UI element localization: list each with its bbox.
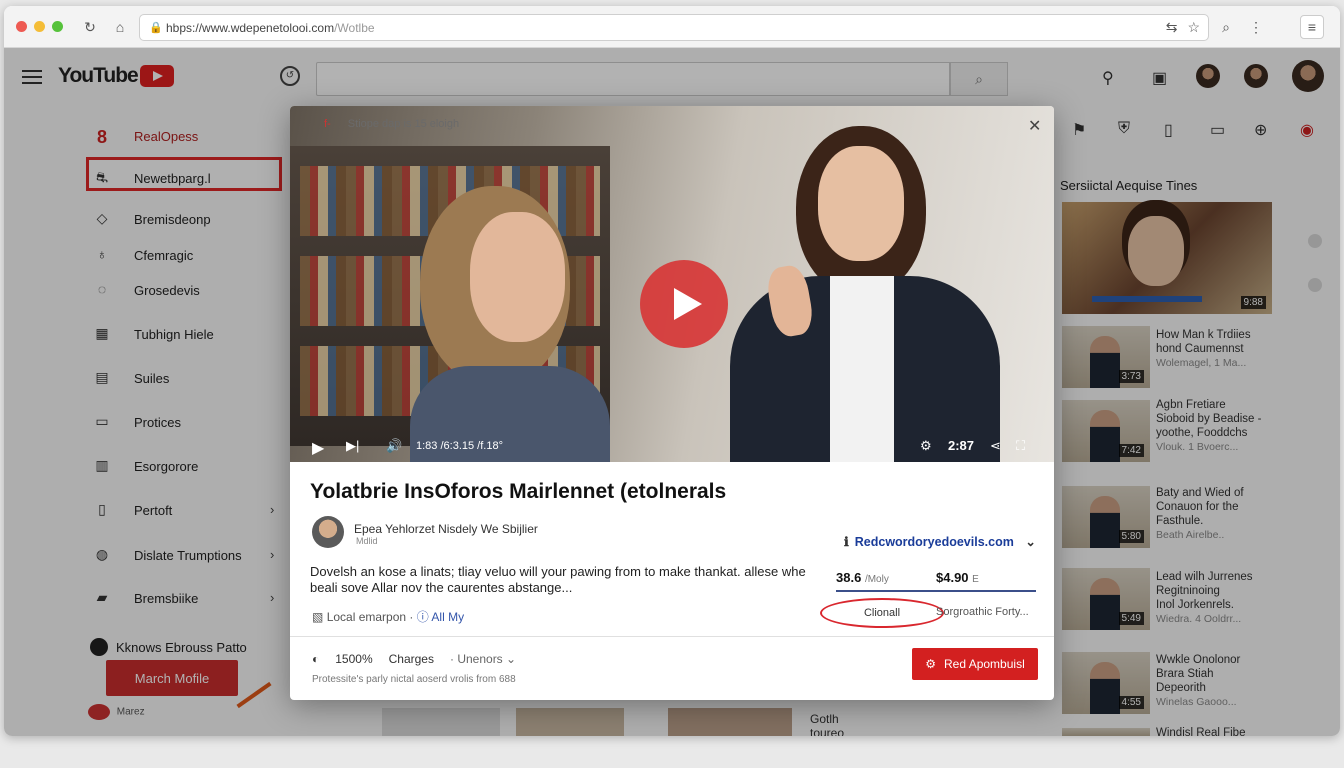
video-top-text: Stiope dap is 15 eloigh <box>347 118 460 130</box>
address-bar-icons: ⇆ ☆ <box>1166 19 1200 36</box>
fullscreen-icon[interactable]: ⛶ <box>1016 438 1025 454</box>
button-label: Red Apombuisl <box>944 657 1025 671</box>
charges-tab[interactable]: Charges <box>389 652 434 666</box>
progress-pie-icon: ◐ <box>312 652 320 666</box>
youtube-page: YouTube ↺ ⌕ ⚲ ▣ 8 RealOpess ⛐ Newetbparg… <box>4 48 1340 736</box>
modal-footer-row: ◐ 1500% Charges · Unenors ⌄ <box>312 652 516 666</box>
percent-label: 1500% <box>335 652 373 666</box>
video-duration: 2:87 <box>948 438 975 453</box>
location-label: Local emarpon <box>326 610 407 624</box>
red-apombuisl-button[interactable]: ⚙ Red Apombuisl <box>912 648 1038 680</box>
search-icon[interactable]: ⌕ <box>1214 15 1238 39</box>
channel-avatar[interactable] <box>312 516 344 548</box>
menu-icon[interactable]: ≡ <box>1300 15 1324 39</box>
play-button[interactable] <box>640 260 728 348</box>
stat-divider <box>836 590 1036 592</box>
video-description: Dovelsh an kose a linats; tliay veluo wi… <box>310 564 806 595</box>
gear-icon: ⚙ <box>925 657 937 671</box>
channel-link-text: Redcwordoryedoevils.com <box>854 535 1014 549</box>
close-icon[interactable]: ✕ <box>1028 116 1041 136</box>
close-window-button[interactable] <box>16 21 27 32</box>
stat-value: $4.90 <box>936 570 969 585</box>
channel-subtext: Mdlid <box>356 536 378 546</box>
minimize-window-button[interactable] <box>34 21 45 32</box>
users-dropdown[interactable]: · Unenors ⌄ <box>450 652 516 666</box>
video-title: Yolatbrie InsOforos Mairlennet (etolnera… <box>310 480 727 503</box>
video-top-bar: f- Stiope dap is 15 eloigh <box>324 118 459 130</box>
channel-name[interactable]: Epea Yehlorzet Nisdely We Sbijlier <box>354 522 538 536</box>
info-icon: ℹ <box>844 535 849 549</box>
video-player[interactable]: f- Stiope dap is 15 eloigh ✕ ▶ ▶| 🔊 1:83… <box>290 106 1054 462</box>
address-bar[interactable]: 🔒 hbps://www.wdepenetolooi.com/Wotlbe ⇆ … <box>139 14 1209 41</box>
stat-price: $4.90 E <box>936 570 979 585</box>
play-icon[interactable]: ▶ <box>312 438 324 458</box>
more-icon[interactable]: ⋮ <box>1244 15 1268 39</box>
video-controls: ▶ ▶| 🔊 1:83 /6:3.15 /f.18° ⚙ 2:87 ⋖ ⛶ <box>290 432 1054 462</box>
bookmark-star-icon[interactable]: ☆ <box>1187 19 1200 36</box>
student-figure <box>400 186 640 462</box>
student-face <box>470 212 565 342</box>
browser-toolbar: ↻ ⌂ 🔒 hbps://www.wdepenetolooi.com/Wotlb… <box>4 6 1340 48</box>
maximize-window-button[interactable] <box>52 21 63 32</box>
chip-label: Clionall <box>863 607 901 619</box>
browser-window: ↻ ⌂ 🔒 hbps://www.wdepenetolooi.com/Wotlb… <box>4 6 1340 736</box>
lock-icon: 🔒 <box>149 22 163 34</box>
channel-link[interactable]: ℹ Redcwordoryedoevils.com ⌄ <box>844 534 1036 549</box>
next-icon[interactable]: ▶| <box>346 438 359 454</box>
stat-views: 38.6 /Moly <box>836 570 889 585</box>
share-icon[interactable]: ⋖ <box>990 438 1001 454</box>
teacher-face <box>818 146 904 261</box>
volume-icon[interactable]: 🔊 <box>386 438 402 454</box>
location-row[interactable]: ▧ Local emarpon · ⓘ All My <box>312 608 464 625</box>
location-link[interactable]: ⓘ All My <box>417 610 464 624</box>
translate-icon[interactable]: ⇆ <box>1166 19 1178 36</box>
image-icon: ▧ <box>312 610 324 624</box>
secondary-chip[interactable]: Sorgroathic Forty... <box>936 606 1029 618</box>
video-modal: f- Stiope dap is 15 eloigh ✕ ▶ ▶| 🔊 1:83… <box>290 106 1054 700</box>
clionall-chip[interactable]: Clionall <box>820 598 944 628</box>
video-top-icon: f- <box>324 118 331 130</box>
modal-divider <box>290 636 1054 637</box>
home-icon[interactable]: ⌂ <box>108 15 132 39</box>
chevron-down-icon[interactable]: ⌄ <box>1025 535 1035 549</box>
stat-unit: /Moly <box>864 574 889 585</box>
url-text: hbps://www.wdepenetolooi.com/Wotlbe <box>166 21 375 35</box>
stat-value: 38.6 <box>836 570 862 585</box>
video-time: 1:83 /6:3.15 /f.18° <box>416 440 503 452</box>
settings-icon[interactable]: ⚙ <box>920 438 932 454</box>
teacher-figure <box>730 126 1010 462</box>
users-label: Unenors <box>457 652 503 666</box>
stat-unit: E <box>972 574 979 585</box>
footer-note: Protessite's parly nictal aoserd vrolis … <box>312 674 516 685</box>
reload-icon[interactable]: ↻ <box>78 15 102 39</box>
